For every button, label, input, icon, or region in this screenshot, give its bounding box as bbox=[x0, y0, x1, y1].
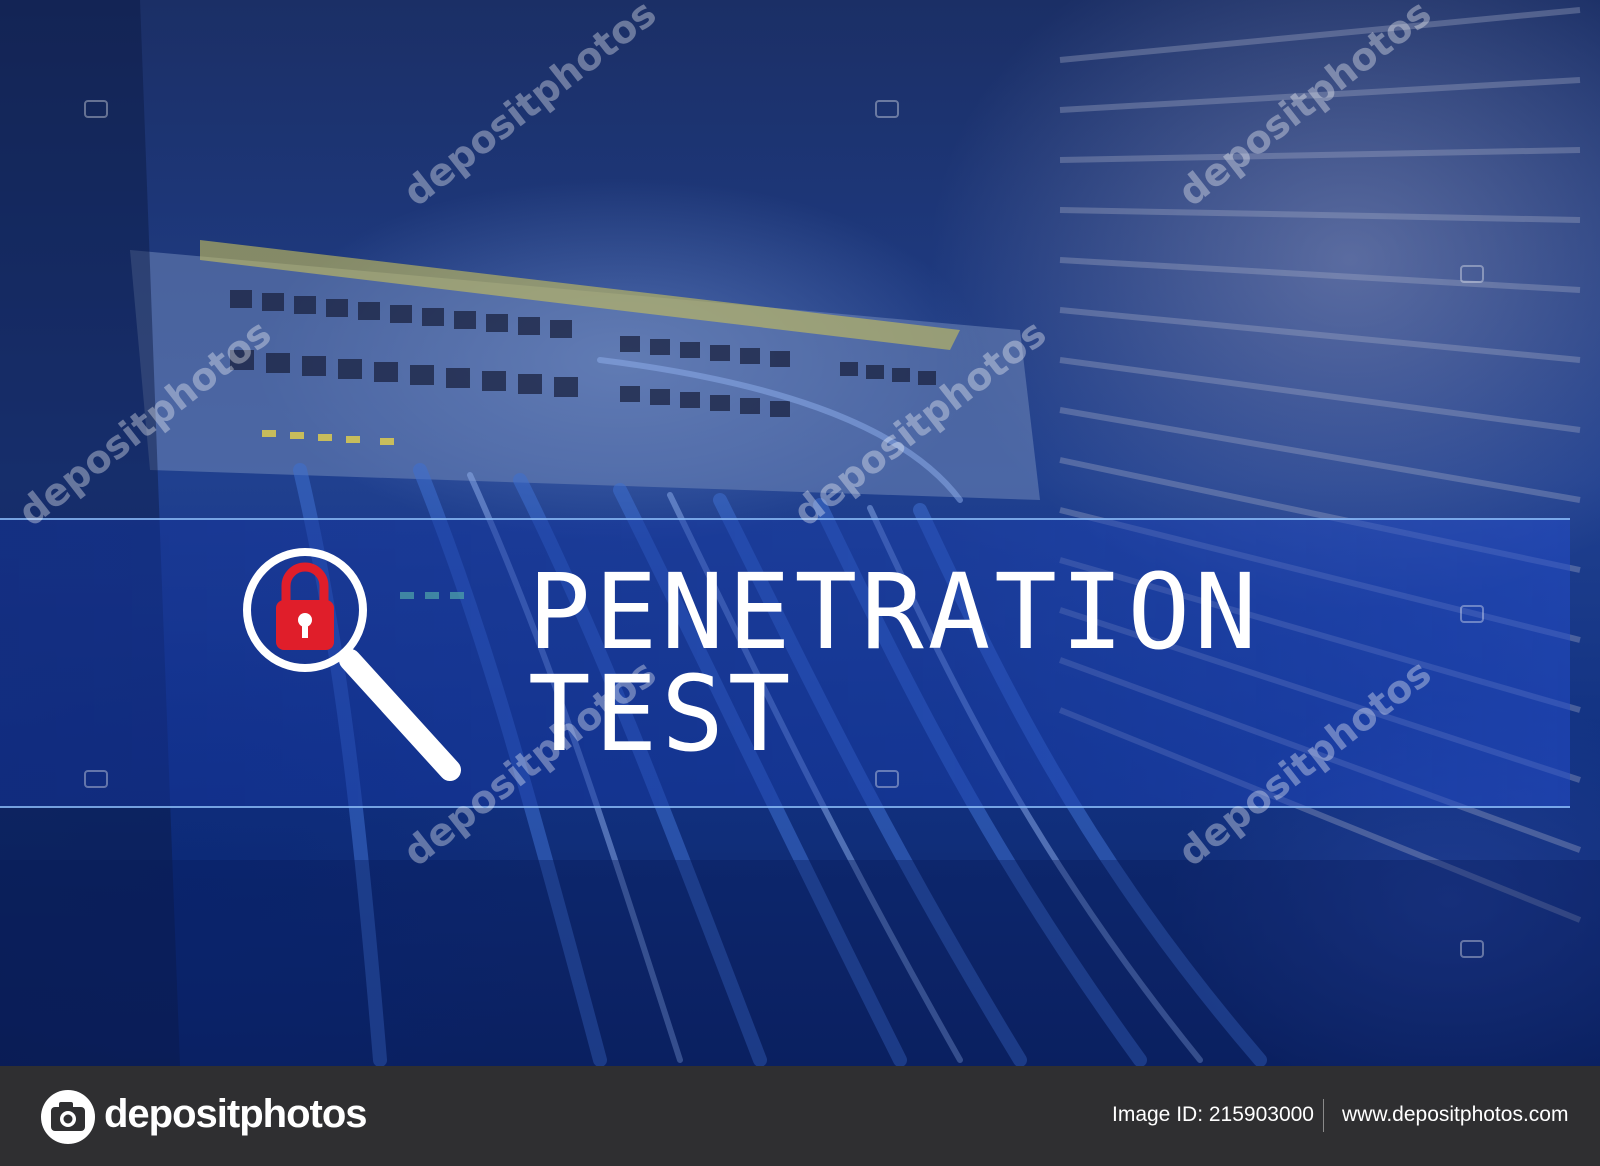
headline-penetration: PENETRATION bbox=[528, 551, 1261, 673]
footer-divider bbox=[1323, 1099, 1324, 1132]
magnifier-lock-icon bbox=[243, 548, 461, 781]
watermark-camera-icon bbox=[875, 770, 899, 788]
camera-icon bbox=[41, 1090, 95, 1144]
watermark-camera-icon bbox=[875, 100, 899, 118]
stock-image: PENETRATION TEST depositphotos depositph… bbox=[0, 0, 1600, 1166]
site-url[interactable]: www.depositphotos.com bbox=[1342, 1103, 1568, 1127]
watermark-camera-icon bbox=[1460, 265, 1484, 283]
watermark-camera-icon bbox=[84, 100, 108, 118]
brand-name: depositphotos bbox=[104, 1092, 368, 1136]
image-id: Image ID: 215903000 bbox=[1112, 1103, 1314, 1126]
watermark-camera-icon bbox=[1460, 940, 1484, 958]
watermark-camera-icon bbox=[84, 770, 108, 788]
watermark-camera-icon bbox=[1460, 605, 1484, 623]
